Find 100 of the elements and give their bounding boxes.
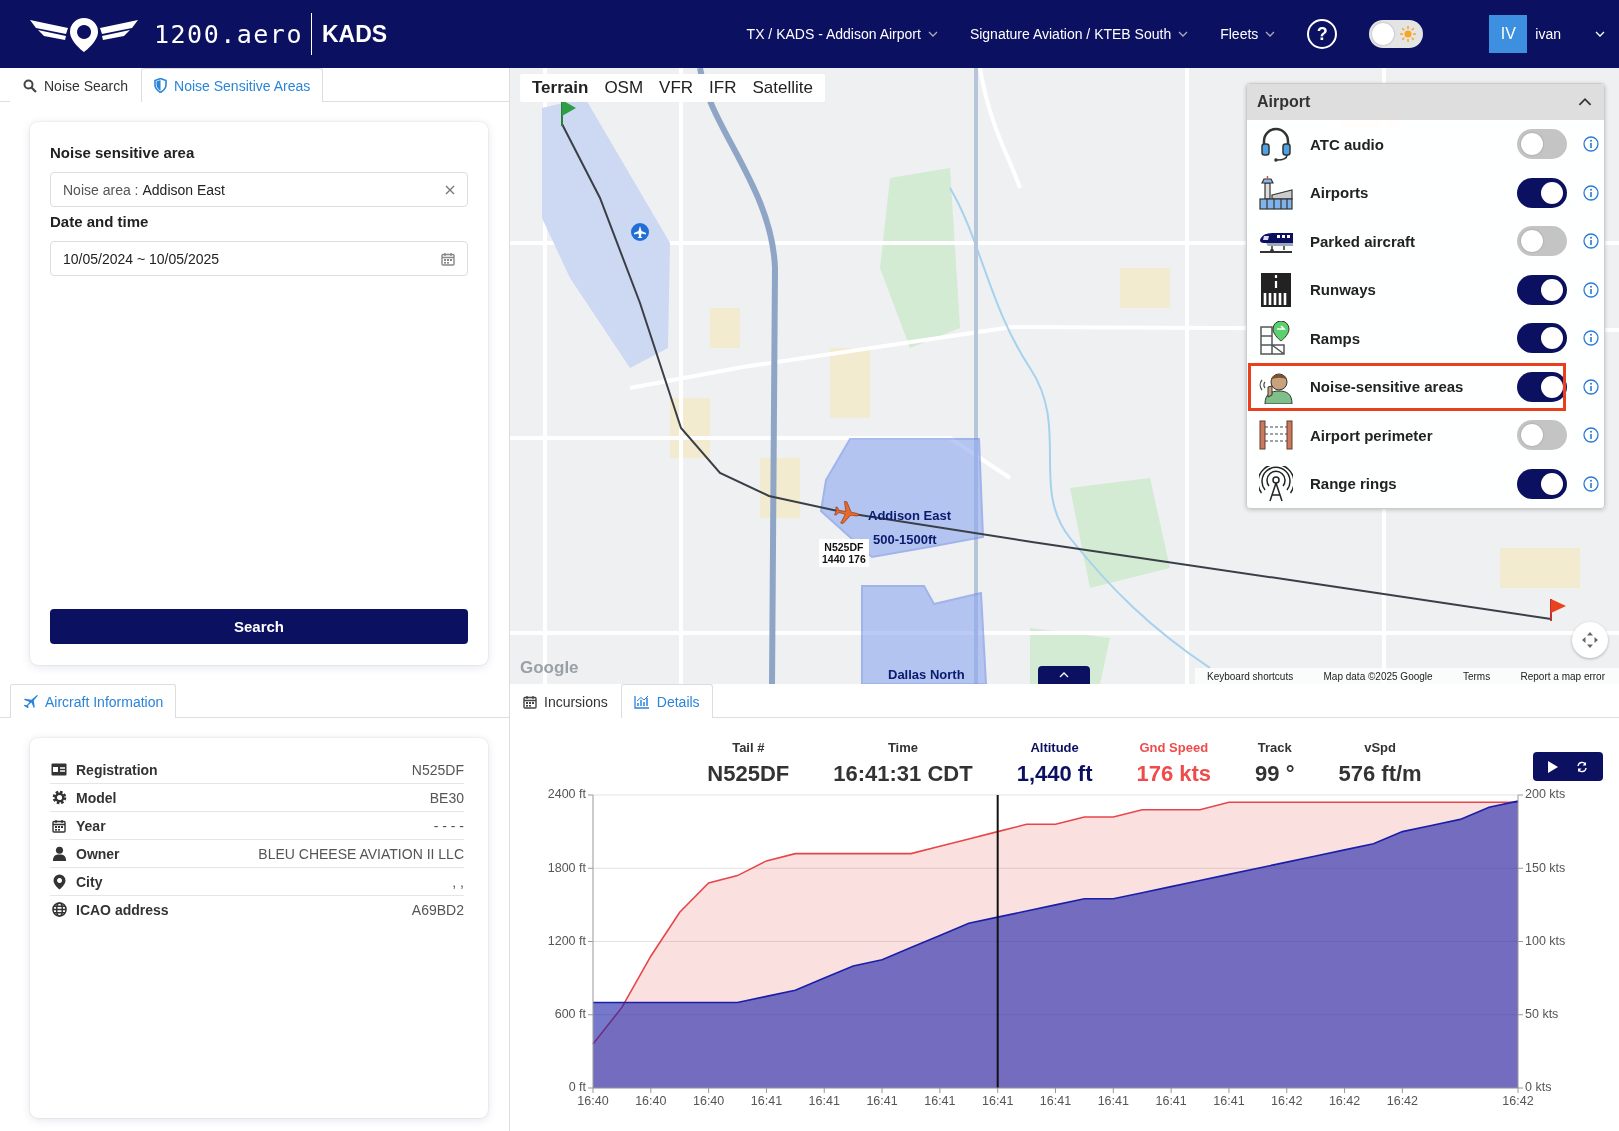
axis-label: 1200 ft (547, 933, 586, 948)
chevron-icon (927, 29, 938, 39)
layer-label: Range rings (1310, 475, 1398, 493)
toggle-switch[interactable] (1517, 129, 1567, 160)
axis-label: 16:42 (1271, 1094, 1303, 1109)
user-menu-button[interactable]: ivan (1535, 26, 1605, 42)
axis-label: 1800 ft (547, 860, 586, 875)
toggle-switch[interactable] (1517, 274, 1567, 305)
map-type-tab[interactable]: VFR (651, 74, 702, 102)
toggle-switch[interactable] (1517, 420, 1567, 451)
axis-label: 16:41 (808, 1094, 840, 1109)
toggle-switch[interactable] (1517, 177, 1567, 208)
map-type-tab[interactable]: IFR (701, 74, 745, 102)
info-button[interactable] (1583, 427, 1599, 444)
stat-value: 576 ft/m (1338, 761, 1422, 787)
map-type-tab[interactable]: Terrain (524, 74, 597, 102)
refresh-icon (1576, 760, 1588, 773)
info-button[interactable] (1583, 233, 1599, 250)
dropdown-menu[interactable]: Signature Aviation / KTEB South (969, 26, 1189, 42)
info-button[interactable] (1583, 378, 1599, 395)
info-button[interactable] (1583, 184, 1599, 201)
search-icon (23, 78, 37, 93)
field-value: BLEU CHEESE AVIATION II LLC (258, 845, 464, 862)
fence-icon (1259, 420, 1293, 451)
axis-label: 0 kts (1525, 1080, 1552, 1095)
layer-label: ATC audio (1310, 135, 1385, 153)
attribution-link[interactable]: Keyboard shortcuts (1207, 670, 1294, 682)
theme-toggle[interactable] (1369, 20, 1424, 48)
start-flag-icon (561, 99, 576, 127)
tab[interactable]: Details (620, 684, 713, 718)
shield-icon (154, 78, 168, 93)
commercial-area (830, 348, 870, 418)
tab[interactable]: Noise Sensitive Areas (141, 68, 324, 102)
dropdown-menu[interactable]: Fleets (1220, 26, 1276, 42)
axis-label: 200 kts (1525, 787, 1566, 802)
altitude-speed-label: 1440 176 (822, 553, 866, 565)
axis-label: 16:41 (1097, 1094, 1129, 1109)
stat-label: vSpd (1364, 740, 1396, 755)
axis-label: 16:40 (635, 1094, 667, 1109)
stat-value: 16:41:31 CDT (833, 761, 973, 787)
chevron-icon (1059, 670, 1069, 680)
commercial-area (710, 308, 740, 348)
field-label: ICAO address (76, 901, 170, 918)
map-provider-logo: Google (520, 658, 579, 678)
stat-label: Time (887, 740, 918, 755)
attribution-link[interactable]: Terms (1462, 670, 1491, 682)
map-type-tab[interactable]: Satellite (744, 74, 821, 102)
axis-label: 600 ft (554, 1007, 586, 1022)
stat-label: Gnd Speed (1139, 740, 1209, 755)
toggle-switch[interactable] (1517, 468, 1567, 499)
field-value: , , (452, 873, 464, 890)
attribution-link[interactable]: Report a map error (1520, 670, 1605, 682)
tab[interactable]: Aircraft Information (10, 684, 177, 718)
field-label: Model (76, 789, 118, 806)
axis-label: 2400 ft (547, 787, 586, 802)
info-icon (1583, 378, 1599, 395)
field-value: - - - - (433, 817, 464, 834)
toggle-switch[interactable] (1517, 226, 1567, 257)
collapse-button[interactable] (1038, 666, 1090, 684)
search-button[interactable]: Search (50, 609, 468, 644)
play-icon (1548, 760, 1558, 773)
axis-label: 150 kts (1525, 860, 1566, 875)
fullscreen-icon (1581, 631, 1599, 649)
axis-label: 16:40 (577, 1094, 609, 1109)
layer-label: Noise-sensitive areas (1310, 378, 1465, 396)
info-button[interactable] (1583, 136, 1599, 153)
map-type-tab[interactable]: OSM (596, 74, 652, 102)
stat-value: N525DF (707, 761, 790, 787)
axis-label: 16:41 (982, 1094, 1014, 1109)
info-button[interactable] (1583, 330, 1599, 347)
axis-label: 16:40 (693, 1094, 725, 1109)
toggle-switch[interactable] (1517, 323, 1567, 354)
map-pin-icon (1260, 321, 1292, 356)
calendar-icon (441, 251, 455, 266)
axis-label: 16:41 (750, 1094, 783, 1109)
info-icon (1583, 281, 1599, 298)
field-value: A69BD2 (411, 901, 464, 918)
field-value: N525DF (411, 761, 464, 778)
airport-marker-icon (631, 223, 649, 241)
gear-icon (51, 790, 67, 805)
id-card-icon (51, 763, 67, 776)
info-icon (1583, 475, 1599, 492)
calendar-icon (523, 694, 537, 709)
altitude-range-label: 500-1500ft (873, 532, 937, 547)
info-icon (1583, 184, 1599, 201)
info-icon (1583, 136, 1599, 153)
info-icon (1583, 427, 1599, 444)
info-button[interactable] (1583, 475, 1599, 492)
axis-label: 16:41 (1039, 1094, 1072, 1109)
axis-label: 16:42 (1328, 1094, 1361, 1109)
noise-area-field[interactable]: Noise area : Addison East (50, 172, 468, 207)
attribution-link[interactable]: Map data ©2025 Google (1323, 670, 1433, 682)
axis-label: 16:41 (1155, 1094, 1187, 1109)
dropdown-menu[interactable]: TX / KADS - Addison Airport (746, 26, 938, 42)
field-value: BE30 (429, 789, 464, 806)
headphones-icon (1259, 126, 1293, 163)
date-range-field[interactable]: 10/05/2024 ~ 10/05/2025 (50, 241, 468, 276)
info-button[interactable] (1583, 281, 1599, 298)
person-icon (51, 846, 67, 861)
help-button[interactable]: ? (1307, 19, 1338, 49)
